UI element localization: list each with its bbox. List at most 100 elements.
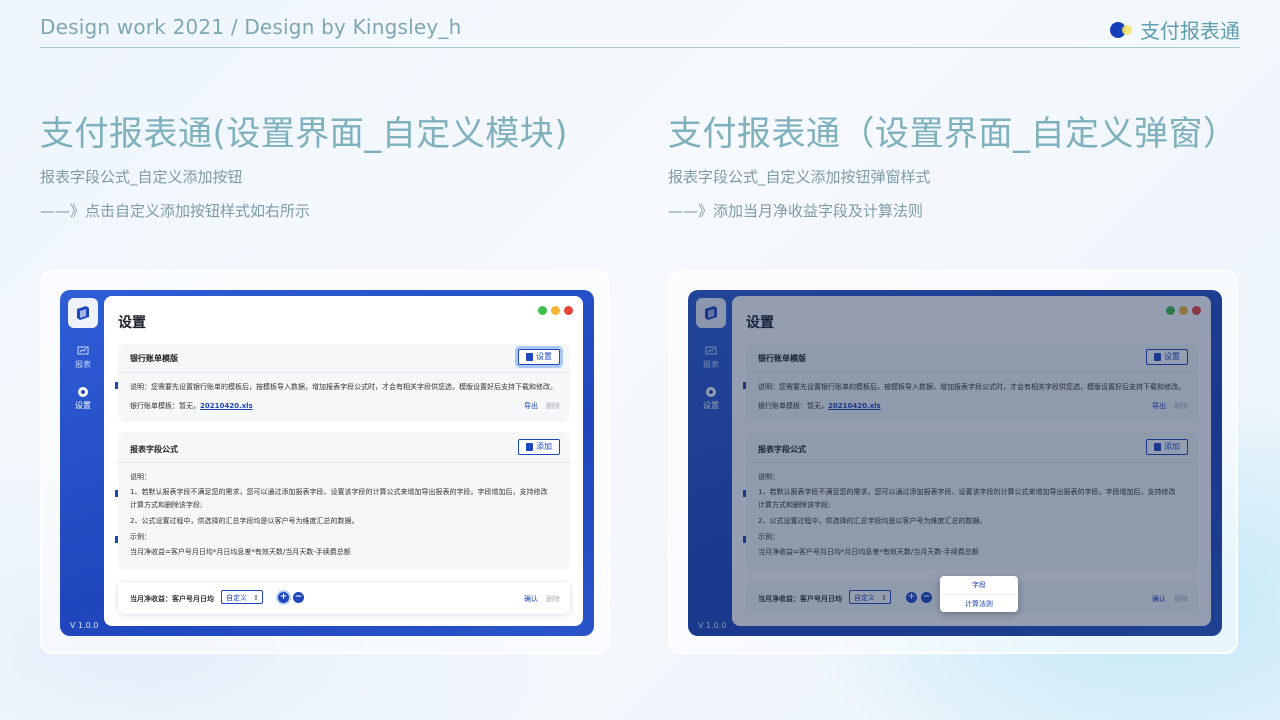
remove-item-button[interactable]: −	[293, 592, 304, 603]
nav-settings-label: 设置	[703, 401, 719, 410]
button-label: 添加	[536, 442, 552, 451]
minimize-icon[interactable]	[538, 306, 547, 315]
popup-item-rule[interactable]: 计算法则	[940, 595, 1018, 613]
maximize-icon[interactable]	[1179, 306, 1188, 315]
desc-line-2: 2、公式设置过程中，供选择的汇总字段均是以客户号为维度汇总的数据。	[758, 517, 987, 525]
document-icon	[526, 353, 533, 361]
panel-title: 设置	[118, 315, 146, 331]
indicator-mark	[743, 490, 746, 497]
desc-title: 说明：	[758, 473, 779, 481]
nav-settings-label: 设置	[75, 401, 91, 410]
version-label: V 1.0.0	[70, 621, 99, 630]
header-divider	[40, 47, 1240, 48]
app-logo-icon	[696, 298, 726, 328]
template-settings-button[interactable]: 设置	[1146, 349, 1188, 365]
desc-title: 说明：	[130, 473, 151, 481]
chart-icon	[705, 346, 717, 355]
popup-item-field[interactable]: 字段	[940, 576, 1018, 595]
card-title: 银行账单模版	[130, 354, 178, 363]
formula-card: 报表字段公式 添加 说明： 1、若默认报表字段不满足您的需求，您可以通过添加报表…	[115, 432, 570, 570]
window-controls	[538, 306, 573, 315]
left-title: 支付报表通(设置界面_自定义模块)	[40, 114, 569, 154]
desc-line-1b: 计算方式和删除该字段;	[758, 501, 831, 509]
nav-settings[interactable]: 设置	[68, 386, 98, 411]
brand-accent-dot-icon	[1122, 24, 1132, 35]
add-item-button[interactable]: +	[278, 592, 289, 603]
left-mockup-frame: 报表 设置 V 1.0.0 设置 银行账单模版 设置 说明：您需要先设置银行账单…	[40, 270, 610, 654]
chevron-updown-icon: ⇕	[881, 594, 887, 602]
right-subtitle: 报表字段公式_自定义添加按钮弹窗样式	[668, 168, 931, 186]
settings-icon	[706, 387, 716, 397]
example-text: 当月净收益=客户号月日均*月日均息差*有效天数/当月天数-手续费总额	[758, 548, 979, 556]
template-file-link[interactable]: 20210420.xls	[200, 402, 253, 410]
example-text: 当月净收益=客户号月日均*月日均息差*有效天数/当月天数-手续费总额	[130, 548, 351, 556]
header-left-text: Design work 2021 / Design by Kingsley_h	[40, 15, 462, 39]
add-icon	[1154, 443, 1161, 451]
export-link[interactable]: 导出	[1152, 401, 1166, 411]
add-formula-button[interactable]: 添加	[518, 439, 560, 455]
card-title: 银行账单模版	[758, 354, 806, 363]
delete-link[interactable]: 删除	[1174, 594, 1188, 604]
formula-row: 当月净收益：客户号月日均 自定义 ⇕ + − 确认 删除	[118, 582, 570, 614]
add-popup-menu: 字段 计算法则	[940, 576, 1018, 612]
add-icon	[526, 443, 533, 451]
delete-link[interactable]: 删除	[546, 401, 560, 411]
button-label: 设置	[536, 352, 552, 361]
formula-card: 报表字段公式 添加 说明： 1、若默认报表字段不满足您的需求，您可以通过添加报表…	[743, 432, 1198, 570]
example-title: 示例：	[130, 533, 151, 541]
example-title: 示例：	[758, 533, 779, 541]
select-value: 自定义	[226, 594, 247, 602]
template-settings-button[interactable]: 设置	[518, 349, 560, 365]
card-title: 报表字段公式	[130, 445, 178, 454]
settings-panel: 设置 银行账单模版 设置 说明：您需要先设置银行账单的模板后，按模板导入数据，增…	[104, 296, 583, 626]
indicator-mark	[743, 536, 746, 543]
indicator-mark	[115, 490, 118, 497]
delete-link[interactable]: 删除	[1174, 401, 1188, 411]
nav-report-label: 报表	[75, 360, 91, 369]
card-description: 说明：您需要先设置银行账单的模板后，按模板导入数据，增加报表字段公式时，才会有相…	[130, 383, 557, 391]
header-brand: 支付报表通	[1110, 15, 1240, 44]
nav-report-label: 报表	[703, 360, 719, 369]
brand-text: 支付报表通	[1140, 19, 1240, 43]
select-value: 自定义	[854, 594, 875, 602]
left-subtitle: 报表字段公式_自定义添加按钮	[40, 168, 243, 186]
add-formula-button[interactable]: 添加	[1146, 439, 1188, 455]
chart-icon	[77, 346, 89, 355]
desc-line-1: 1、若默认报表字段不满足您的需求，您可以通过添加报表字段、设置该字段的计算公式来…	[130, 488, 548, 496]
right-title: 支付报表通（设置界面_自定义弹窗）	[668, 114, 1238, 154]
settings-icon	[78, 387, 88, 397]
desc-line-1: 1、若默认报表字段不满足您的需求，您可以通过添加报表字段、设置该字段的计算公式来…	[758, 488, 1176, 496]
button-label: 设置	[1164, 352, 1180, 361]
template-label: 银行账单模板：暂无，	[130, 402, 200, 410]
button-label: 添加	[1164, 442, 1180, 451]
card-title: 报表字段公式	[758, 445, 806, 454]
remove-item-button[interactable]: −	[921, 592, 932, 603]
left-description: ——》点击自定义添加按钮样式如右所示	[40, 202, 311, 220]
export-link[interactable]: 导出	[524, 401, 538, 411]
custom-select[interactable]: 自定义 ⇕	[221, 590, 263, 604]
bank-template-card: 银行账单模版 设置 说明：您需要先设置银行账单的模板后，按模板导入数据，增加报表…	[115, 344, 570, 422]
indicator-mark	[115, 382, 118, 389]
app-window: 报表 设置 V 1.0.0 设置 银行账单模版 设置 说明：您需要先设置银行账单…	[60, 290, 594, 636]
confirm-link[interactable]: 确认	[524, 594, 538, 604]
template-row: 银行账单模板：暂无，20210420.xls	[758, 401, 881, 411]
nav-report[interactable]: 报表	[696, 345, 726, 370]
nav-settings[interactable]: 设置	[696, 386, 726, 411]
indicator-mark	[115, 536, 118, 543]
delete-link[interactable]: 删除	[546, 594, 560, 604]
close-icon[interactable]	[564, 306, 573, 315]
nav-report[interactable]: 报表	[68, 345, 98, 370]
template-file-link[interactable]: 20210420.xls	[828, 402, 881, 410]
bank-template-card: 银行账单模版 设置 说明：您需要先设置银行账单的模板后，按模板导入数据，增加报表…	[743, 344, 1198, 422]
window-controls	[1166, 306, 1201, 315]
minimize-icon[interactable]	[1166, 306, 1175, 315]
card-description: 说明：您需要先设置银行账单的模板后，按模板导入数据，增加报表字段公式时，才会有相…	[758, 383, 1185, 391]
add-item-button[interactable]: +	[906, 592, 917, 603]
confirm-link[interactable]: 确认	[1152, 594, 1166, 604]
custom-select[interactable]: 自定义 ⇕	[849, 590, 891, 604]
template-label: 银行账单模板：暂无，	[758, 402, 828, 410]
desc-line-1b: 计算方式和删除该字段;	[130, 501, 203, 509]
maximize-icon[interactable]	[551, 306, 560, 315]
close-icon[interactable]	[1192, 306, 1201, 315]
indicator-mark	[743, 382, 746, 389]
